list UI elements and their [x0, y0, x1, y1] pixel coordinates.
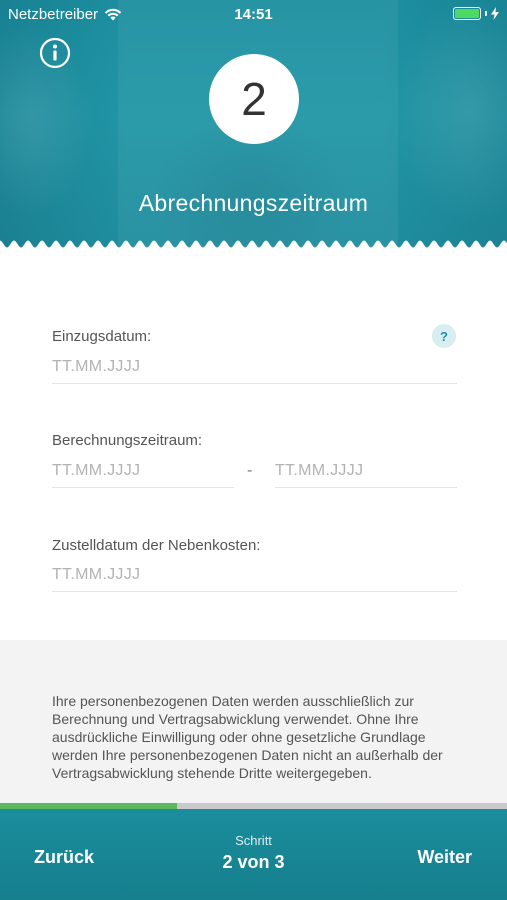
billing-period-to-input[interactable] [275, 454, 457, 487]
status-bar: Netzbetreiber 14:51 [0, 0, 507, 28]
billing-period-from-input[interactable] [52, 454, 234, 487]
delivery-date-field[interactable] [52, 558, 457, 592]
bottom-navigation: Zurück Schritt 2 von 3 Weiter [0, 809, 507, 900]
move-in-field[interactable] [52, 350, 457, 384]
battery-indicator [453, 7, 499, 20]
header-wave-divider [0, 240, 507, 252]
privacy-notice: Ihre personenbezogenen Daten werden auss… [0, 640, 507, 808]
next-button[interactable]: Weiter [417, 847, 472, 868]
privacy-text: Ihre personenbezogenen Daten werden auss… [52, 693, 443, 781]
billing-period-to-field[interactable] [275, 454, 457, 488]
form-area: Einzugsdatum: ? Berechnungszeitraum: - Z… [0, 252, 507, 640]
delivery-date-input[interactable] [52, 558, 457, 591]
step-caption: Schritt [235, 833, 272, 848]
info-icon[interactable] [39, 37, 71, 69]
page-title: Abrechnungszeitraum [138, 190, 369, 216]
header: Netzbetreiber 14:51 2 Abrechnungszeitrau… [0, 0, 507, 252]
battery-icon [453, 7, 481, 20]
charging-bolt-icon [491, 7, 499, 20]
move-in-label: Einzugsdatum: [52, 328, 152, 345]
step-number-badge: 2 [209, 54, 299, 144]
delivery-date-label: Zustelldatum der Nebenkosten: [52, 537, 261, 554]
range-separator: - [247, 462, 253, 479]
move-in-input[interactable] [52, 350, 457, 383]
status-time: 14:51 [234, 6, 273, 23]
help-icon[interactable]: ? [432, 324, 456, 348]
billing-period-from-field[interactable] [52, 454, 234, 488]
billing-period-label: Berechnungszeitraum: [52, 432, 203, 449]
